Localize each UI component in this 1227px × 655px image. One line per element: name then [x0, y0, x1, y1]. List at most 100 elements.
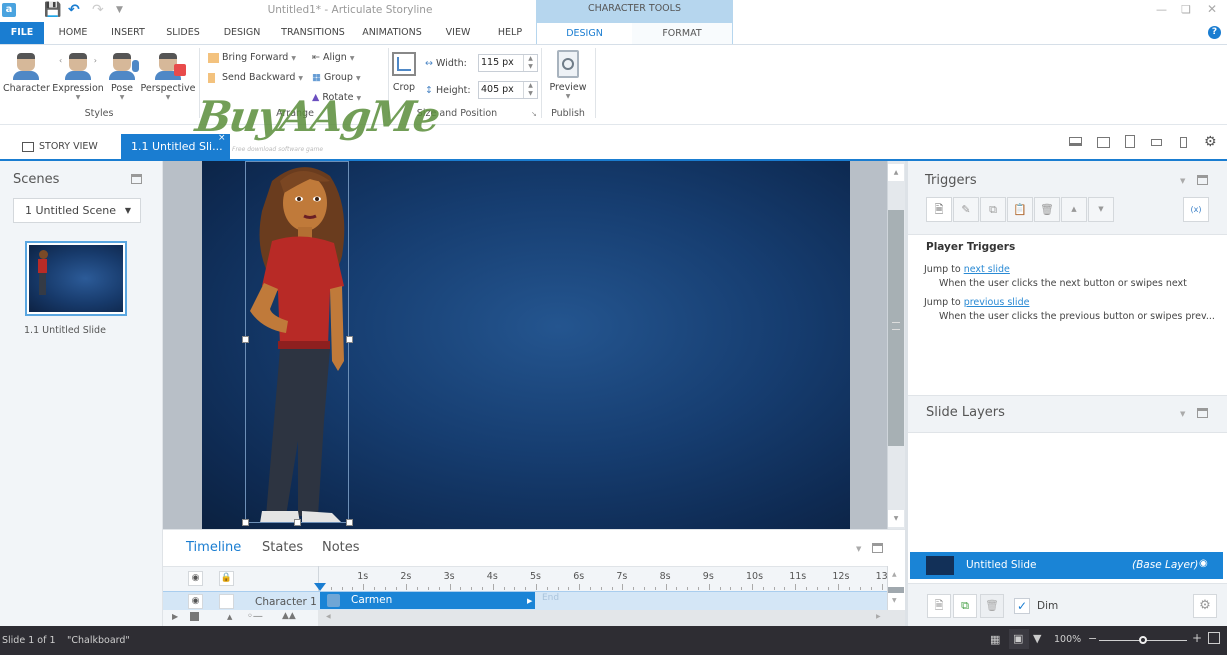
trigger-item[interactable]: Jump to next slide — [924, 264, 1010, 275]
send-backward-button[interactable]: Send Backward ▼ — [208, 72, 303, 83]
scroll-right-icon[interactable]: ▶ — [876, 613, 881, 620]
scroll-down-icon[interactable]: ▼ — [892, 597, 897, 604]
phone-landscape-icon[interactable] — [1151, 139, 1162, 146]
save-icon[interactable]: 💾 — [44, 2, 61, 18]
crop-button[interactable]: Crop — [390, 52, 418, 93]
width-spinner[interactable]: ▲ ▼ — [523, 55, 537, 71]
resize-handle[interactable] — [242, 519, 249, 526]
slide-master-icon[interactable]: ▼ — [1033, 632, 1041, 645]
scroll-up-button[interactable]: ▲ — [888, 164, 904, 181]
tab-insert[interactable]: INSERT — [106, 22, 150, 44]
panel-menu-icon[interactable]: ▼ — [1180, 177, 1185, 185]
zoom-in-icon[interactable]: ▲▲ — [282, 611, 296, 621]
new-layer-button[interactable]: 🗎 — [927, 594, 951, 618]
character-button[interactable]: Character — [3, 50, 50, 94]
dialog-launcher-icon[interactable]: ↘ — [531, 110, 537, 118]
move-up-button[interactable]: ▲ — [1061, 197, 1087, 222]
scroll-up-icon[interactable]: ▲ — [892, 571, 897, 578]
customize-icon[interactable]: ▼ — [116, 2, 123, 18]
tab-transitions[interactable]: TRANSITIONS — [278, 22, 348, 44]
tab-character-format[interactable]: FORMAT — [632, 23, 732, 44]
scroll-down-button[interactable]: ▼ — [888, 510, 904, 527]
resize-handle[interactable] — [346, 336, 353, 343]
tab-character-design[interactable]: DESIGN — [537, 23, 632, 44]
storyline-icon[interactable]: a — [2, 3, 16, 17]
duplicate-layer-button[interactable]: ⧉ — [953, 594, 977, 618]
height-spinner[interactable]: ▲ ▼ — [523, 82, 537, 98]
float-panel-icon[interactable] — [872, 543, 883, 553]
float-panel-icon[interactable] — [131, 174, 142, 184]
play-icon[interactable]: ▶ — [172, 612, 178, 621]
float-panel-icon[interactable] — [1197, 408, 1208, 418]
fit-to-window-icon[interactable] — [1208, 632, 1220, 644]
row-eye-icon[interactable]: ◉ — [188, 594, 203, 609]
group-button[interactable]: ▦ Group ▼ — [312, 72, 361, 83]
stop-icon[interactable] — [190, 612, 199, 621]
align-button[interactable]: ⇤ Align ▼ — [312, 52, 355, 63]
zoom-slider-knob[interactable] — [1139, 636, 1147, 644]
undo-icon[interactable]: ↶ — [68, 2, 80, 18]
width-input[interactable]: 115 px ▲ ▼ — [478, 54, 538, 72]
panel-menu-icon[interactable]: ▼ — [1180, 410, 1185, 418]
height-input[interactable]: 405 px ▲ ▼ — [478, 81, 538, 99]
minimize-icon[interactable]: — — [1156, 3, 1167, 16]
pose-button[interactable]: Pose ▼ — [106, 50, 139, 101]
story-view-status-icon[interactable]: ▦ — [990, 633, 1000, 646]
tab-view[interactable]: VIEW — [440, 22, 476, 44]
move-down-button[interactable]: ▼ — [1088, 197, 1114, 222]
trigger-item[interactable]: Jump to previous slide — [924, 297, 1029, 308]
trigger-target-link[interactable]: previous slide — [964, 297, 1030, 308]
timeline-scroll-thumb[interactable] — [888, 587, 904, 593]
resize-handle[interactable] — [294, 519, 301, 526]
zoom-in-button[interactable]: + — [1192, 631, 1202, 645]
lock-all-icon[interactable]: 🔒 — [219, 571, 234, 586]
scroll-left-icon[interactable]: ◀ — [326, 613, 331, 620]
float-panel-icon[interactable] — [1197, 175, 1208, 185]
trigger-target-link[interactable]: next slide — [964, 264, 1010, 275]
scene-dropdown[interactable]: 1 Untitled Scene ▼ — [13, 198, 141, 223]
delete-trigger-button[interactable]: 🗑 — [1034, 197, 1060, 222]
redo-icon[interactable]: ↷ — [92, 2, 104, 18]
playhead[interactable] — [314, 583, 326, 591]
copy-trigger-button[interactable]: ⧉ — [980, 197, 1006, 222]
close-icon[interactable]: ✕ — [1207, 2, 1217, 16]
selection-box[interactable] — [245, 161, 349, 523]
tab-animations[interactable]: ANIMATIONS — [358, 22, 426, 44]
perspective-button[interactable]: Perspective ▼ — [140, 50, 196, 101]
delete-layer-button[interactable]: 🗑 — [980, 594, 1004, 618]
panel-menu-icon[interactable]: ▼ — [856, 545, 861, 553]
tab-slides[interactable]: SLIDES — [162, 22, 204, 44]
tab-timeline[interactable]: Timeline — [186, 540, 241, 555]
slide-thumbnail[interactable] — [25, 241, 127, 316]
resize-handle[interactable] — [242, 336, 249, 343]
help-icon[interactable]: ? — [1208, 26, 1221, 39]
dim-checkbox[interactable]: ✓ — [1014, 598, 1030, 614]
bar-end-handle[interactable]: ▶ — [527, 597, 532, 605]
bring-forward-button[interactable]: Bring Forward ▼ — [208, 52, 296, 63]
tablet-portrait-icon[interactable] — [1125, 135, 1135, 148]
tab-states[interactable]: States — [262, 540, 303, 555]
tab-notes[interactable]: Notes — [322, 540, 360, 555]
timeline-zoom-slider[interactable]: ◦— — [247, 611, 263, 622]
tablet-landscape-icon[interactable] — [1097, 137, 1110, 148]
layer-settings-button[interactable]: ⚙ — [1193, 594, 1217, 618]
desktop-icon[interactable] — [1069, 137, 1082, 146]
phone-portrait-icon[interactable] — [1180, 137, 1187, 148]
show-all-eye-icon[interactable]: ◉ — [188, 571, 203, 586]
new-trigger-button[interactable]: 🗎 — [926, 197, 952, 222]
edit-trigger-button[interactable]: ✎ — [953, 197, 979, 222]
tab-help[interactable]: HELP — [492, 22, 528, 44]
restore-icon[interactable]: ❏ — [1181, 3, 1191, 16]
preview-button[interactable]: Preview ▼ — [547, 50, 589, 100]
settings-icon[interactable]: ⚙ — [1204, 134, 1217, 150]
tab-file[interactable]: FILE — [0, 22, 44, 44]
tab-design[interactable]: DESIGN — [218, 22, 266, 44]
paste-trigger-button[interactable]: 📋 — [1007, 197, 1033, 222]
story-view-button[interactable]: STORY VIEW — [22, 141, 98, 152]
tab-home[interactable]: HOME — [52, 22, 94, 44]
resize-handle[interactable] — [346, 519, 353, 526]
expression-button[interactable]: ‹ › Expression ▼ — [52, 50, 104, 101]
eye-icon[interactable]: ◉ — [1199, 558, 1208, 569]
row-lock-toggle[interactable] — [219, 594, 234, 609]
timeline-object-bar[interactable]: Carmen — [320, 592, 535, 609]
